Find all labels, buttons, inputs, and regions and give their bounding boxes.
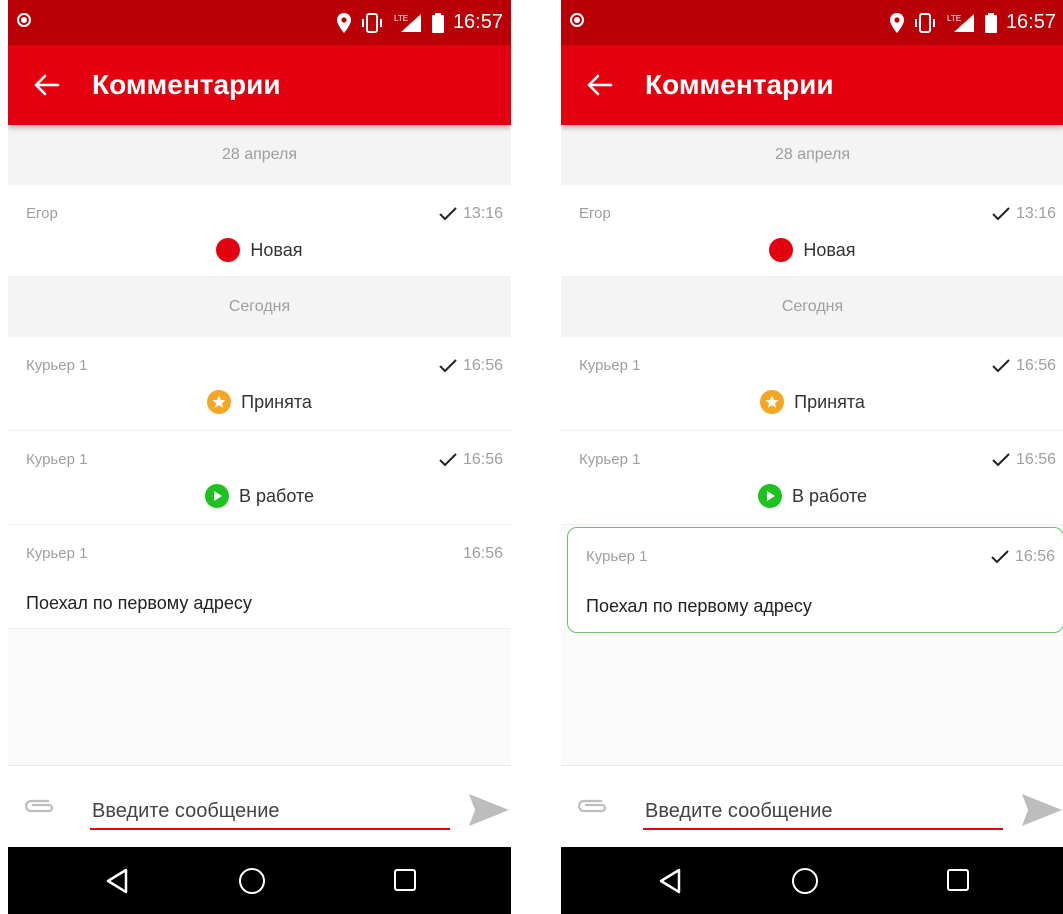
star-icon [760, 390, 785, 414]
location-pin-icon [336, 12, 351, 33]
comment-time: 16:56 [992, 357, 1056, 375]
nav-home-icon[interactable] [792, 868, 818, 894]
location-pin-icon [889, 12, 904, 33]
comment-item[interactable]: Курьер 1 16:56 Принята [8, 337, 511, 431]
arrow-left-icon[interactable] [585, 71, 613, 99]
status-new-icon [216, 238, 241, 262]
comment-text: Поехал по первому адресу [26, 593, 252, 613]
phone-screen-right: LTE 16:57 Комментарии 28 апреля Егор 13:… [561, 0, 1063, 914]
comment-time: 16:56 [991, 548, 1055, 566]
status-change: Новая [561, 238, 1063, 262]
status-change: В работе [561, 484, 1063, 508]
nav-recents-icon[interactable] [394, 869, 416, 891]
status-bar: LTE 16:57 [8, 0, 511, 45]
paperclip-icon[interactable] [22, 796, 56, 816]
check-icon [992, 359, 1010, 373]
nav-back-icon[interactable] [658, 868, 682, 894]
status-time: 16:57 [452, 11, 503, 33]
comment-author: Курьер 1 [579, 451, 641, 468]
date-separator: Сегодня [8, 277, 511, 337]
paperclip-icon[interactable] [575, 796, 609, 816]
comment-item[interactable]: Курьер 1 16:56 В работе [561, 431, 1063, 525]
comments-feed[interactable]: 28 апреля Егор 13:16 Новая Сегодня Курье… [561, 125, 1063, 765]
status-change: В работе [8, 484, 511, 508]
status-change: Принята [8, 390, 511, 414]
status-label: Принята [241, 391, 312, 412]
recording-icon [17, 13, 31, 27]
check-icon [439, 207, 457, 221]
comment-author: Курьер 1 [579, 357, 641, 374]
svg-text:LTE: LTE [394, 14, 408, 23]
status-bar: LTE 16:57 [561, 0, 1063, 45]
page-title: Комментарии [92, 69, 281, 100]
status-new-icon [769, 238, 794, 262]
message-input[interactable] [90, 794, 450, 830]
send-icon[interactable] [1020, 792, 1063, 828]
comments-feed[interactable]: 28 апреля Егор 13:16 Новая Сегодня Курье… [8, 125, 511, 765]
check-icon [439, 453, 457, 467]
app-bar: Комментарии [8, 45, 511, 125]
nav-back-icon[interactable] [105, 868, 129, 894]
comment-item[interactable]: Егор 13:16 Новая [8, 185, 511, 277]
recording-icon [570, 13, 584, 27]
comment-author: Курьер 1 [26, 451, 88, 468]
comment-time: 16:56 [439, 451, 503, 469]
arrow-left-icon[interactable] [32, 71, 60, 99]
status-label: В работе [238, 485, 314, 506]
message-composer [8, 765, 511, 848]
page-title: Комментарии [645, 69, 834, 100]
comment-author: Курьер 1 [26, 545, 88, 562]
message-input[interactable] [643, 794, 1003, 830]
send-icon[interactable] [467, 792, 511, 828]
status-label: Принята [794, 391, 865, 412]
svg-text:LTE: LTE [947, 14, 961, 23]
star-icon [207, 390, 232, 414]
comment-time: 13:16 [439, 205, 503, 223]
date-separator: 28 апреля [8, 125, 511, 185]
app-bar: Комментарии [561, 45, 1063, 125]
comment-text: Поехал по первому адресу [586, 596, 812, 616]
status-change: Принята [561, 390, 1063, 414]
status-icons: LTE 16:57 [889, 0, 1056, 45]
status-label: Новая [803, 239, 856, 260]
vibrate-icon [914, 12, 935, 33]
phone-screen-left: LTE 16:57 Комментарии 28 апреля Егор 13:… [8, 0, 511, 914]
check-icon [991, 550, 1009, 564]
date-separator: 28 апреля [561, 125, 1063, 185]
date-separator: Сегодня [561, 277, 1063, 337]
battery-icon [431, 12, 444, 33]
status-label: В работе [791, 485, 867, 506]
nav-home-icon[interactable] [239, 868, 265, 894]
play-icon [757, 484, 782, 508]
vibrate-icon [361, 12, 382, 33]
comment-item[interactable]: Егор 13:16 Новая [561, 185, 1063, 277]
comment-item[interactable]: Курьер 1 16:56 Поехал по первому адресу [8, 525, 511, 629]
comment-author: Егор [579, 205, 611, 222]
comment-author: Егор [26, 205, 58, 222]
nav-recents-icon[interactable] [947, 869, 969, 891]
lte-signal-icon: LTE [947, 13, 974, 32]
status-icons: LTE 16:57 [336, 0, 503, 45]
status-change: Новая [8, 238, 511, 262]
message-composer [561, 765, 1063, 848]
check-icon [439, 359, 457, 373]
comment-author: Курьер 1 [586, 548, 648, 565]
comment-author: Курьер 1 [26, 357, 88, 374]
comment-time: 13:16 [992, 205, 1056, 223]
comment-time: 16:56 [992, 451, 1056, 469]
play-icon [204, 484, 229, 508]
check-icon [992, 453, 1010, 467]
comment-time: 16:56 [439, 357, 503, 375]
status-label: Новая [250, 239, 303, 260]
navigation-bar [561, 847, 1063, 914]
status-time: 16:57 [1005, 11, 1056, 33]
comment-item[interactable]: Курьер 1 16:56 Принята [561, 337, 1063, 431]
battery-icon [984, 12, 997, 33]
comment-item-selected[interactable]: Курьер 1 16:56 Поехал по первому адресу [567, 527, 1063, 633]
comment-time: 16:56 [462, 545, 503, 562]
check-icon [992, 207, 1010, 221]
comment-item[interactable]: Курьер 1 16:56 В работе [8, 431, 511, 525]
navigation-bar [8, 847, 511, 914]
lte-signal-icon: LTE [394, 13, 421, 32]
